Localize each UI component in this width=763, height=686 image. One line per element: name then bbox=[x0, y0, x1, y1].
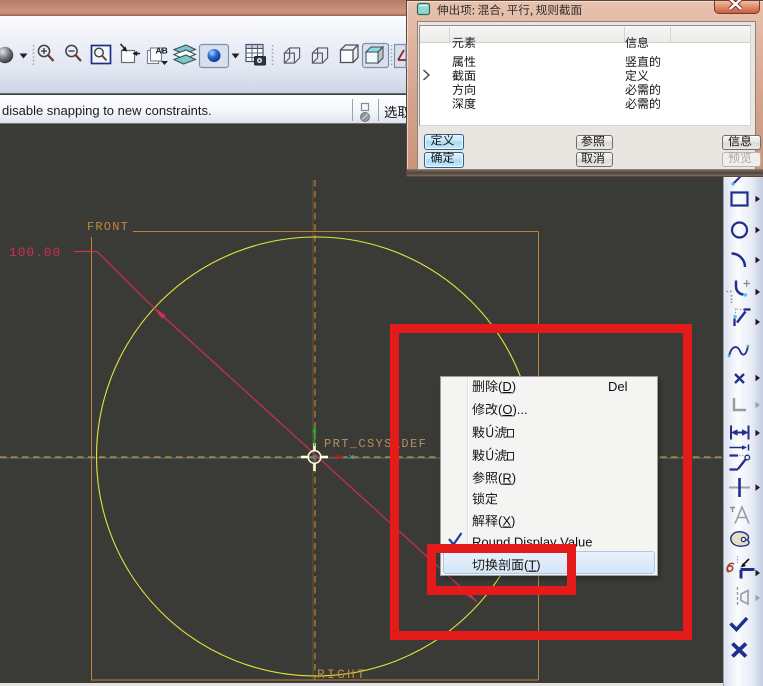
svg-text:(D): (D) bbox=[498, 379, 516, 394]
svg-text:(R): (R) bbox=[498, 471, 516, 486]
svg-text:(X): (X) bbox=[498, 514, 515, 529]
svg-text:Del: Del bbox=[608, 379, 628, 394]
svg-text:(T): (T) bbox=[524, 558, 541, 573]
svg-text:(O)...: (O)... bbox=[498, 402, 528, 417]
